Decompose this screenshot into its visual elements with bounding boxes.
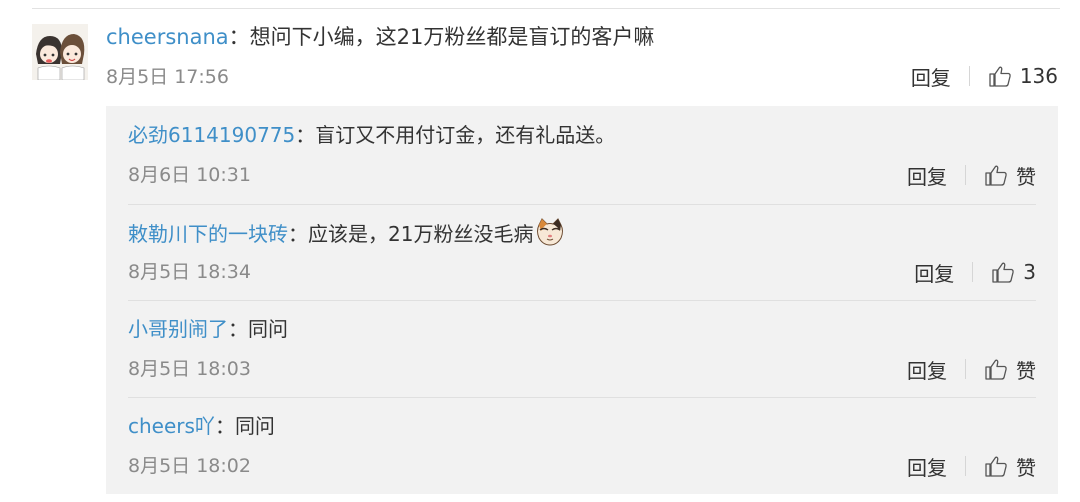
like-button[interactable]: 136: [988, 64, 1058, 88]
username-link[interactable]: 必劲6114190775: [128, 123, 295, 147]
username-link[interactable]: 敕勒川下的一块砖: [128, 222, 288, 246]
top-divider: [32, 8, 1060, 9]
reply-time: 8月5日 18:03: [128, 358, 251, 380]
reply-actions: 回复 3: [914, 258, 1036, 286]
like-label: 赞: [1016, 358, 1036, 383]
reply-button[interactable]: 回复: [907, 355, 947, 384]
like-label: 赞: [1016, 164, 1036, 189]
thumbs-up-icon: [985, 456, 1007, 477]
reply-text: 同问: [234, 414, 275, 438]
reply-button[interactable]: 回复: [911, 62, 951, 91]
reply-divider: [128, 397, 1036, 398]
like-count: 3: [1023, 260, 1036, 284]
reply-actions: 回复 赞: [907, 355, 1036, 383]
like-button[interactable]: 赞: [984, 355, 1036, 384]
cat-face-emoji-icon: [537, 218, 564, 246]
action-separator: [965, 359, 966, 379]
reply-divider: [128, 300, 1036, 301]
reply-actions: 回复 赞: [907, 452, 1036, 480]
action-separator: [968, 66, 970, 86]
like-count: 136: [1019, 64, 1058, 88]
reply-line: cheers吖：同问: [128, 411, 275, 441]
thumbs-up-icon: [985, 359, 1007, 380]
reply-time: 8月5日 18:02: [128, 455, 251, 477]
like-label: 赞: [1016, 455, 1036, 480]
replies-panel: 必劲6114190775：盲订又不用付订金，还有礼品送。 8月6日 10:31 …: [106, 106, 1058, 494]
separator: ：: [228, 25, 250, 49]
like-button[interactable]: 赞: [984, 161, 1036, 190]
thumbs-up-icon: [989, 66, 1011, 87]
username-link[interactable]: cheersnana: [106, 25, 229, 49]
reply-line: 小哥别闹了：同问: [128, 314, 288, 344]
reply-line: 必劲6114190775：盲订又不用付订金，还有礼品送。: [128, 120, 615, 150]
action-separator: [972, 262, 974, 282]
reply-button[interactable]: 回复: [907, 452, 947, 481]
comment-time: 8月5日 17:56: [106, 66, 229, 88]
reply-time: 8月6日 10:31: [128, 164, 251, 186]
separator: ：: [295, 123, 316, 147]
thumbs-up-icon: [992, 262, 1015, 283]
username-link[interactable]: 小哥别闹了: [128, 317, 228, 341]
reply-text: 同问: [248, 317, 288, 341]
reply-actions: 回复 赞: [907, 161, 1036, 189]
reply-button[interactable]: 回复: [907, 161, 947, 190]
comment-line: cheersnana：想问下小编，这21万粉丝都是盲订的客户嘛: [106, 22, 654, 52]
reply-text: 盲订又不用付订金，还有礼品送。: [315, 123, 616, 147]
thumbs-up-icon: [985, 165, 1007, 186]
action-separator: [965, 165, 966, 185]
separator: ：: [288, 222, 308, 246]
username-link[interactable]: cheers吖: [128, 414, 215, 438]
reply-divider: [128, 204, 1036, 205]
comment-actions: 回复 136: [911, 62, 1058, 90]
reply-time: 8月5日 18:34: [128, 261, 251, 283]
reply-button[interactable]: 回复: [914, 258, 954, 287]
separator: ：: [214, 414, 235, 438]
like-button[interactable]: 赞: [984, 452, 1036, 481]
reply-text: 应该是，21万粉丝没毛病: [308, 222, 534, 246]
like-button[interactable]: 3: [991, 260, 1036, 284]
comment-text: 想问下小编，这21万粉丝都是盲订的客户嘛: [249, 25, 655, 49]
separator: ：: [228, 317, 248, 341]
action-separator: [965, 456, 966, 476]
reply-line: 敕勒川下的一块砖：应该是，21万粉丝没毛病: [128, 217, 565, 249]
avatar[interactable]: [32, 24, 88, 80]
